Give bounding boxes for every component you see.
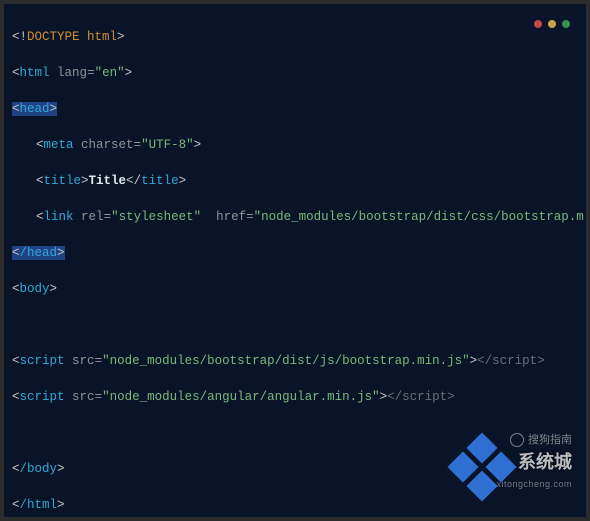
code-line: <script src="node_modules/angular/angula… xyxy=(12,388,578,406)
code-line: <html lang="en"> xyxy=(12,64,578,82)
code-line: <head> xyxy=(12,100,578,118)
code-line: <title>Title</title> xyxy=(12,172,578,190)
code-line: <script src="node_modules/bootstrap/dist… xyxy=(12,352,578,370)
code-line: <!DOCTYPE html> xyxy=(12,28,578,46)
code-line: </html> xyxy=(12,496,578,514)
code-line xyxy=(12,424,578,442)
code-line: <meta charset="UTF-8"> xyxy=(12,136,578,154)
code-line: </head> xyxy=(12,244,578,262)
code-line: <body> xyxy=(12,280,578,298)
code-editor[interactable]: <!DOCTYPE html> <html lang="en"> <head> … xyxy=(6,6,584,515)
code-line: <link rel="stylesheet" href="node_module… xyxy=(12,208,578,226)
code-line xyxy=(12,316,578,334)
code-line: </body> xyxy=(12,460,578,478)
editor-frame: <!DOCTYPE html> <html lang="en"> <head> … xyxy=(0,0,590,521)
